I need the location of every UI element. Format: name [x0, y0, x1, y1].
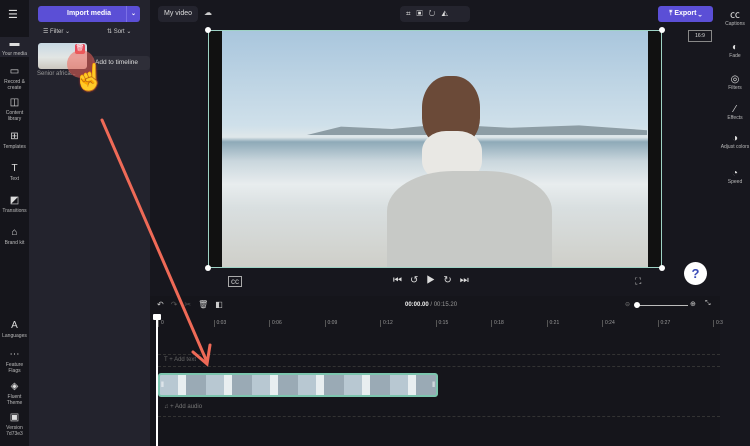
tutorial-arrow — [100, 118, 212, 367]
